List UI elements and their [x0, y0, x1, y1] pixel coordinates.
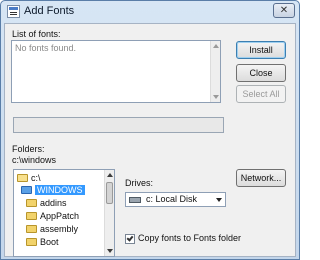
drives-dropdown[interactable]: c: Local Disk [125, 192, 226, 207]
selected-drive: c: Local Disk [146, 194, 198, 204]
copy-fonts-checkbox[interactable] [125, 234, 135, 244]
folder-icon [26, 225, 37, 233]
network-button[interactable]: Network... [236, 169, 286, 187]
fonts-list-scrollbar[interactable] [210, 41, 220, 102]
add-fonts-dialog: Add Fonts ✕ List of fonts: No fonts foun… [0, 0, 300, 260]
fonts-app-icon [7, 5, 20, 18]
title-bar[interactable]: Add Fonts ✕ [1, 1, 299, 23]
scrollbar-thumb[interactable] [106, 182, 113, 204]
folder-icon [26, 212, 37, 220]
folders-tree[interactable]: c:\ WINDOWS addins AppPatch assembly Boo… [13, 169, 115, 257]
tree-item-label: c:\ [31, 173, 41, 183]
tree-item-root[interactable]: c:\ [17, 172, 41, 184]
scroll-up-icon[interactable] [107, 173, 113, 177]
tree-item-label: addins [40, 198, 67, 208]
drives-label: Drives: [125, 178, 154, 188]
folders-scrollbar[interactable] [104, 170, 114, 256]
tree-item-label: AppPatch [40, 211, 80, 221]
hard-drive-icon [129, 197, 141, 203]
folder-open-icon [21, 186, 32, 194]
chevron-down-icon[interactable] [216, 198, 222, 202]
close-window-button[interactable]: ✕ [273, 3, 295, 18]
tree-item-label: Boot [40, 237, 59, 247]
tree-item-assembly[interactable]: assembly [26, 223, 78, 235]
scroll-down-icon[interactable] [213, 95, 219, 99]
install-progress-bar [13, 117, 224, 133]
checkmark-icon [126, 234, 134, 242]
fonts-listbox[interactable]: No fonts found. [11, 40, 221, 103]
scroll-down-icon[interactable] [107, 249, 113, 253]
tree-item-apppatch[interactable]: AppPatch [26, 210, 79, 222]
tree-item-label: assembly [40, 224, 79, 234]
install-button[interactable]: Install [236, 41, 286, 59]
tree-item-boot[interactable]: Boot [26, 236, 59, 248]
current-folder-path: c:\windows [12, 155, 57, 165]
tree-item-addins[interactable]: addins [26, 197, 67, 209]
folder-icon [26, 238, 37, 246]
fonts-list-label: List of fonts: [12, 29, 61, 39]
tree-item-windows[interactable]: WINDOWS [21, 184, 85, 196]
window-title: Add Fonts [24, 5, 75, 17]
no-fonts-message: No fonts found. [15, 43, 77, 53]
close-button[interactable]: Close [236, 64, 286, 82]
folder-open-icon [17, 174, 28, 182]
scroll-up-icon[interactable] [213, 44, 219, 48]
tree-item-label: WINDOWS [35, 185, 85, 195]
copy-fonts-label[interactable]: Copy fonts to Fonts folder [138, 233, 241, 243]
dialog-body: List of fonts: No fonts found. Install C… [4, 23, 296, 257]
select-all-button[interactable]: Select All [236, 85, 286, 103]
folder-icon [26, 199, 37, 207]
folders-label: Folders: [12, 144, 45, 154]
